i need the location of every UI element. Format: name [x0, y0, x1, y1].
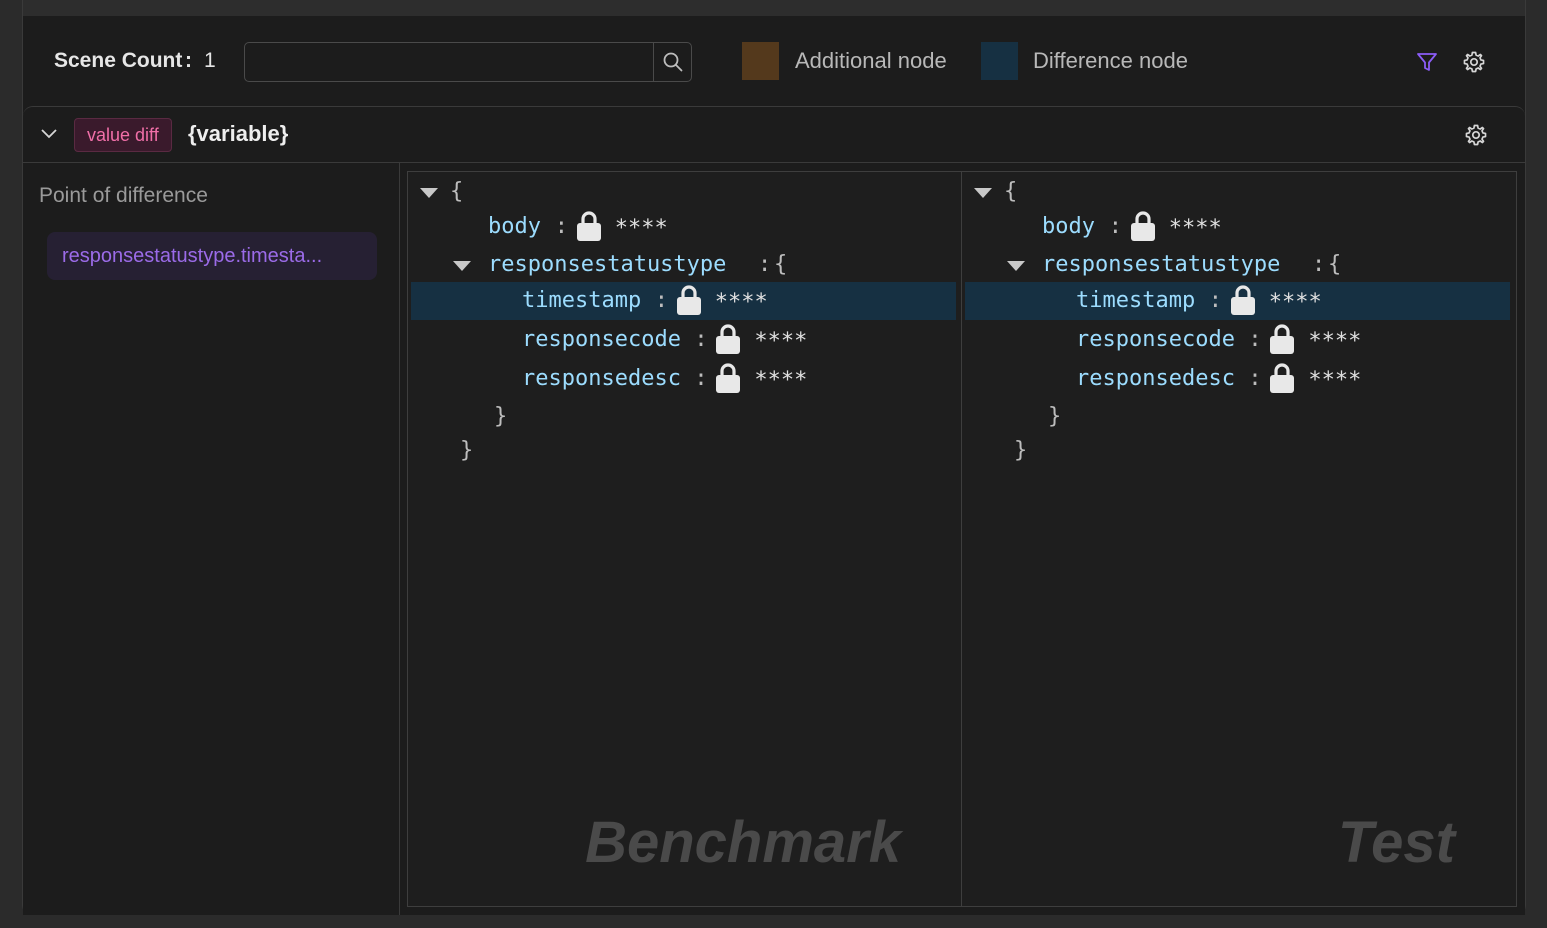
- collapse-triangle-icon[interactable]: [974, 188, 992, 198]
- close-brace: }: [494, 404, 508, 429]
- json-key: responsecode: [1076, 327, 1235, 352]
- scene-count-label: Scene Count: [54, 49, 183, 72]
- close-brace: }: [460, 438, 474, 463]
- benchmark-pane: {body: **** responsestatustype:{timestamp:…: [408, 172, 962, 906]
- chevron-down-icon: [41, 129, 57, 139]
- masked-value: ****: [714, 290, 768, 315]
- json-key: responsedesc: [1076, 366, 1235, 391]
- json-line-close: }: [408, 398, 953, 436]
- open-brace: {: [1004, 179, 1018, 204]
- collapse-toggle[interactable]: [37, 122, 61, 146]
- collapse-triangle-icon[interactable]: [420, 188, 438, 198]
- filter-button[interactable]: [1412, 47, 1442, 77]
- masked-value: ****: [754, 368, 808, 393]
- difference-node-label: Difference node: [1033, 48, 1188, 73]
- json-line-child: timestamp: ****: [965, 282, 1510, 320]
- json-key: responsestatustype: [1042, 252, 1281, 277]
- open-brace: {: [1328, 252, 1342, 277]
- search-button[interactable]: [653, 43, 691, 81]
- json-colon: :: [1312, 252, 1326, 277]
- json-key: responsedesc: [522, 366, 681, 391]
- masked-value: ****: [1168, 216, 1222, 241]
- gear-icon: [1465, 124, 1487, 146]
- difference-node-swatch: [981, 42, 1018, 80]
- json-line-child: timestamp: ****: [411, 282, 956, 320]
- json-colon: :: [758, 252, 772, 277]
- scene-count-colon: :: [185, 49, 192, 72]
- json-line-child: responsecode: ****: [962, 321, 1507, 359]
- search-icon: [663, 52, 682, 72]
- json-line-group: responsestatustype:{: [962, 246, 1507, 284]
- json-key: responsecode: [522, 327, 681, 352]
- search-input[interactable]: [251, 47, 650, 77]
- pane-watermark: Benchmark: [585, 810, 901, 875]
- additional-node-label: Additional node: [795, 48, 947, 73]
- json-key: responsestatustype: [488, 252, 727, 277]
- diff-panel: Scene Count : 1 Additional node Differen…: [22, 16, 1526, 915]
- difference-sidebar: Point of difference responsestatustype.t…: [23, 163, 400, 915]
- lock-icon: [1229, 284, 1257, 316]
- close-brace: }: [1048, 404, 1062, 429]
- json-colon: :: [1108, 214, 1123, 239]
- toolbar-settings-button[interactable]: [1459, 47, 1489, 77]
- test-pane: {body: **** responsestatustype:{timestamp:…: [962, 172, 1515, 906]
- json-line-close: }: [962, 398, 1507, 436]
- json-colon: :: [654, 288, 669, 313]
- json-colon: :: [694, 327, 708, 352]
- lock-icon: [1268, 362, 1296, 394]
- json-colon: :: [1248, 327, 1262, 352]
- lock-icon: [714, 323, 742, 355]
- card-settings-button[interactable]: [1461, 120, 1491, 150]
- json-colon: :: [694, 366, 708, 391]
- gear-icon: [1463, 51, 1485, 73]
- json-key: timestamp: [522, 288, 642, 313]
- top-strip: [22, 0, 1526, 17]
- json-line-close: }: [962, 432, 1507, 470]
- json-line-child: responsecode: ****: [408, 321, 953, 359]
- additional-node-swatch: [742, 42, 779, 80]
- lock-icon: [575, 210, 603, 242]
- masked-value: ****: [754, 329, 808, 354]
- json-compare-viewer: {body: **** responsestatustype:{timestamp:…: [407, 171, 1517, 907]
- json-line-close: }: [408, 432, 953, 470]
- open-brace: {: [450, 179, 464, 204]
- lock-icon: [1268, 323, 1296, 355]
- json-line-group: responsestatustype:{: [408, 246, 953, 284]
- collapse-triangle-icon[interactable]: [453, 261, 471, 271]
- json-colon: :: [554, 214, 569, 239]
- masked-value: ****: [614, 216, 668, 241]
- json-key: timestamp: [1076, 288, 1196, 313]
- masked-value: ****: [1308, 368, 1362, 393]
- scene-count-value: 1: [204, 49, 216, 72]
- json-colon: :: [1248, 366, 1262, 391]
- diff-card: value diff {variable} Point of differenc…: [23, 106, 1525, 915]
- toolbar: Scene Count : 1 Additional node Differen…: [23, 16, 1525, 106]
- json-line-child: responsedesc: ****: [408, 360, 953, 398]
- json-line: {: [408, 174, 953, 212]
- json-line-child: responsedesc: ****: [962, 360, 1507, 398]
- json-colon: :: [1208, 288, 1223, 313]
- pane-watermark: Test: [1337, 810, 1455, 875]
- json-key: body: [488, 214, 541, 239]
- value-diff-tag: value diff: [74, 118, 172, 152]
- lock-icon: [675, 284, 703, 316]
- card-header: value diff {variable}: [23, 107, 1525, 163]
- masked-value: ****: [1308, 329, 1362, 354]
- difference-item[interactable]: responsestatustype.timesta...: [47, 232, 377, 280]
- filter-icon: [1417, 53, 1437, 71]
- sidebar-title: Point of difference: [39, 184, 208, 207]
- json-line: {: [962, 174, 1507, 212]
- card-title: {variable}: [188, 121, 289, 146]
- json-line-body: body: ****: [962, 208, 1507, 246]
- lock-icon: [714, 362, 742, 394]
- collapse-triangle-icon[interactable]: [1007, 261, 1025, 271]
- lock-icon: [1129, 210, 1157, 242]
- json-line-body: body: ****: [408, 208, 953, 246]
- open-brace: {: [774, 252, 788, 277]
- masked-value: ****: [1268, 290, 1322, 315]
- search-box: [244, 42, 692, 82]
- json-key: body: [1042, 214, 1095, 239]
- close-brace: }: [1014, 438, 1028, 463]
